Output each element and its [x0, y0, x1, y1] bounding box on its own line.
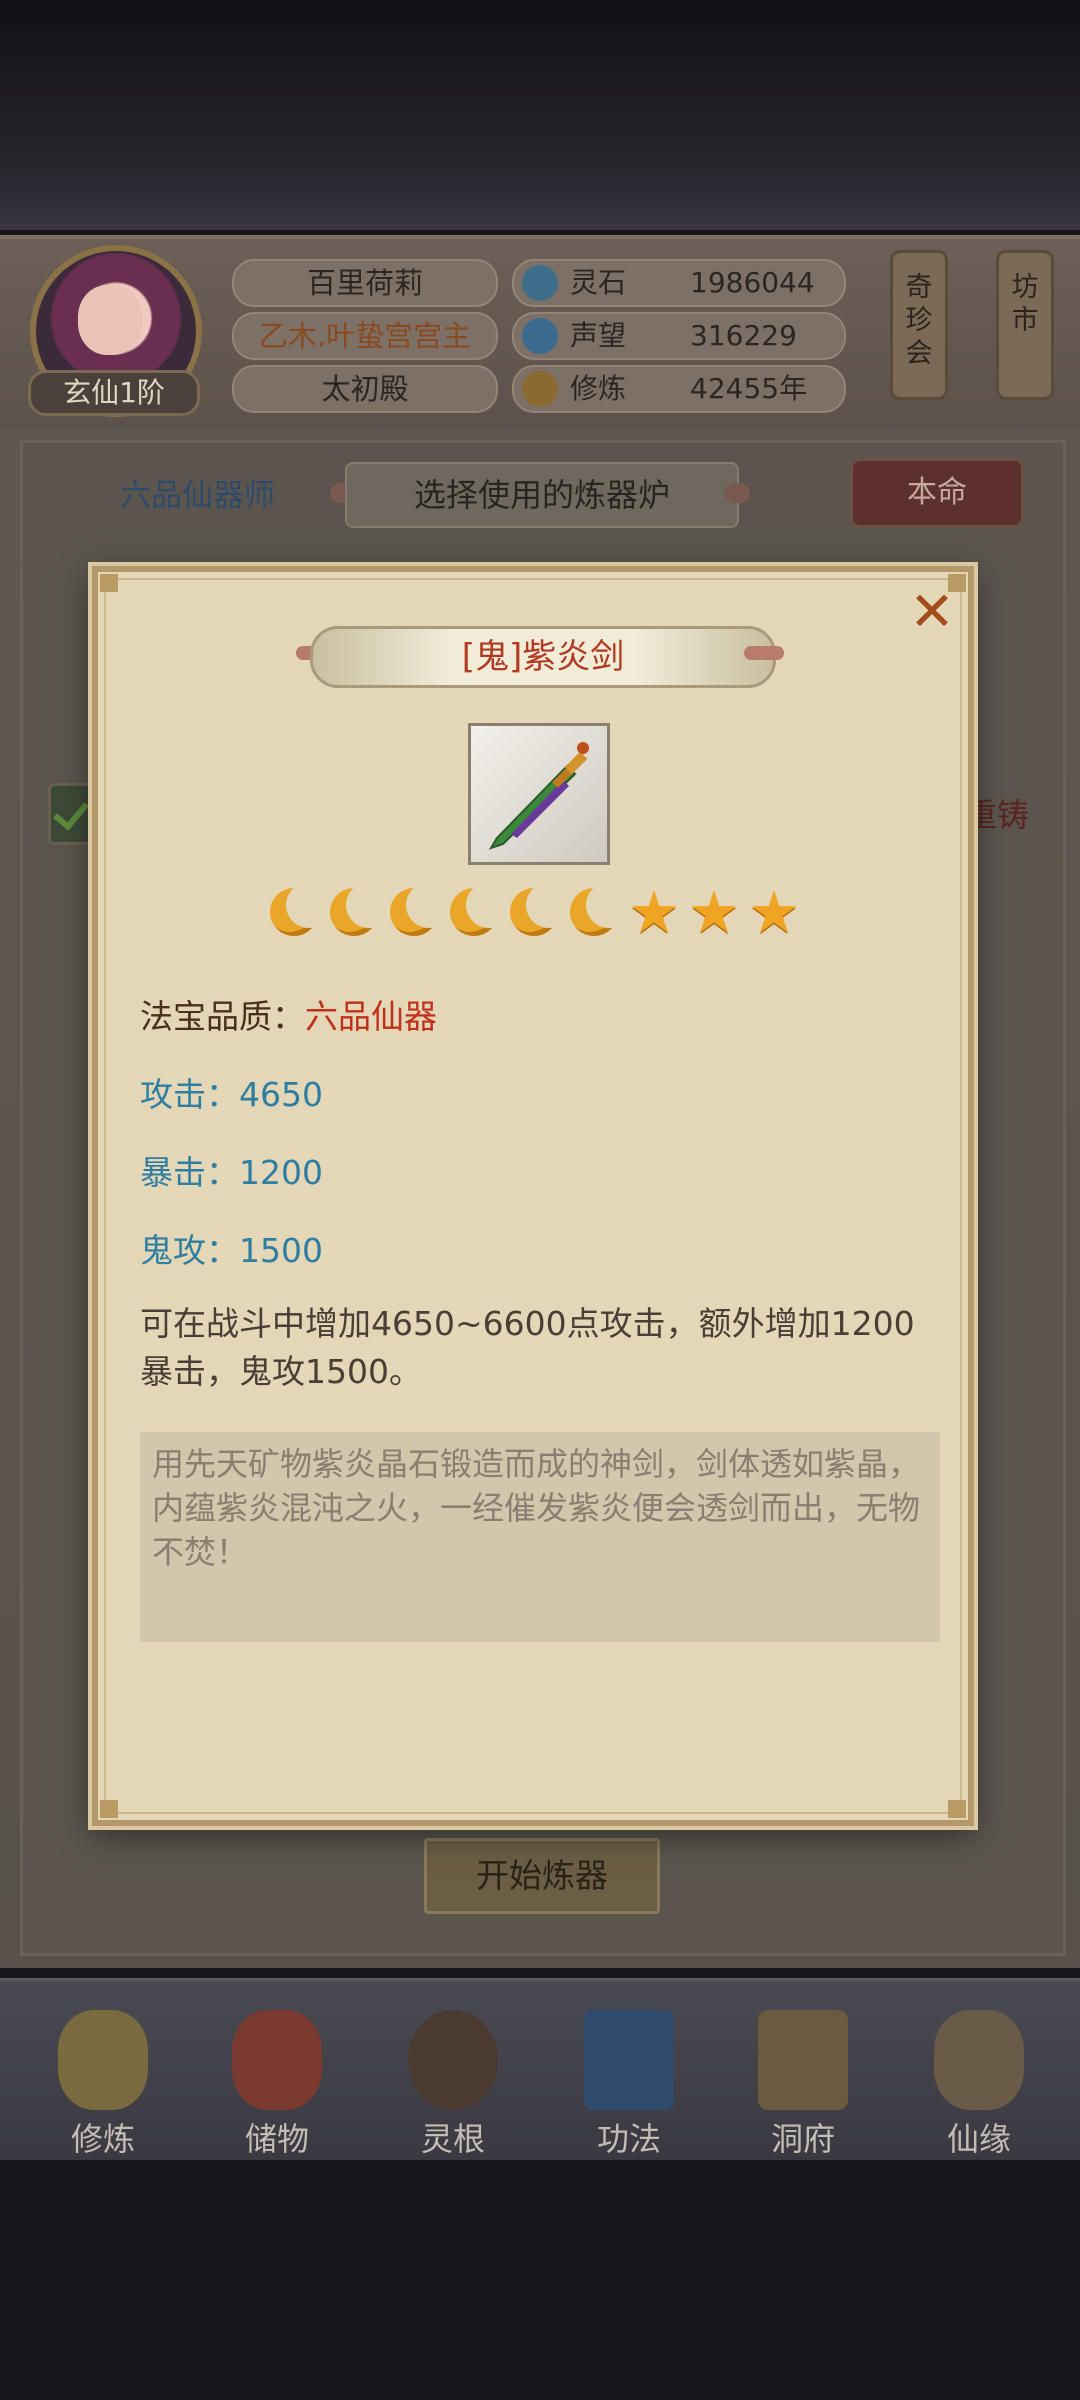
reputation-icon [522, 318, 558, 354]
corner-ornament [948, 1800, 966, 1818]
star-icon: ★ [688, 878, 740, 946]
cultivate-icon [58, 2010, 148, 2110]
item-quality: 法宝品质：六品仙器 [140, 990, 437, 1038]
nav-item-cultivate[interactable]: 修炼 [28, 2010, 178, 2160]
forge-rank-title: 六品仙器师 [120, 478, 275, 514]
treasure-auction-button[interactable]: 奇珍会 [890, 250, 948, 400]
close-icon[interactable]: ✕ [900, 580, 964, 644]
market-button[interactable]: 坊市 [996, 250, 1054, 400]
resource-value: 42455年 [690, 372, 808, 405]
recast-label[interactable]: 重铸 [965, 790, 1029, 836]
player-title: 乙木.叶蛰宫宫主 [232, 312, 498, 360]
player-name: 百里荷莉 [232, 259, 498, 307]
plaque-cap-right [744, 646, 784, 660]
stat-critical: 暴击：1200 [140, 1146, 323, 1194]
nav-item-spirit-root[interactable]: 灵根 [378, 2010, 528, 2160]
top-status-area [0, 0, 1080, 230]
nav-label: 储物 [244, 2120, 309, 2158]
resource-reputation: 声望 316229 [512, 312, 846, 360]
start-forging-button[interactable]: 开始炼器 [424, 1838, 660, 1914]
item-effect-text: 可在战斗中增加4650~6600点攻击，额外增加1200暴击，鬼攻1500。 [140, 1304, 915, 1391]
stat-ghost-attack: 鬼攻：1500 [140, 1224, 323, 1272]
player-location: 太初殿 [232, 365, 498, 413]
item-lore: 用先天矿物紫炎晶石锻造而成的神剑，剑体透如紫晶，内蕴紫炎混沌之火，一经催发紫炎便… [140, 1432, 940, 1642]
moon-icon [326, 882, 392, 940]
avatar-face [78, 285, 142, 355]
bottom-safe-area [0, 2160, 1080, 2400]
item-icon-frame [468, 723, 610, 865]
treasure-auction-label: 奇珍会 [905, 272, 933, 369]
nav-label: 灵根 [420, 2120, 485, 2158]
corner-ornament [100, 574, 118, 592]
moon-icon [386, 882, 452, 940]
stat-label: 攻击： [140, 1075, 239, 1114]
resource-label: 灵石 [570, 266, 627, 299]
storage-bag-icon [232, 2010, 322, 2110]
stat-label: 鬼攻： [140, 1231, 239, 1270]
nav-label: 洞府 [770, 2120, 835, 2158]
item-rating: ★ ★ ★ [266, 878, 802, 946]
stat-label: 暴击： [140, 1153, 239, 1192]
avatar-rank: 玄仙1阶 [28, 370, 200, 416]
nav-item-cave[interactable]: 洞府 [728, 2010, 878, 2160]
moon-icon [446, 882, 512, 940]
bar-knob-right [724, 483, 750, 503]
resource-value: 1986044 [690, 266, 815, 299]
moon-icon [566, 882, 632, 940]
stat-value: 4650 [239, 1075, 323, 1114]
nav-item-fate[interactable]: 仙缘 [904, 2010, 1054, 2160]
cave-mansion-icon [758, 2010, 848, 2110]
nav-label: 仙缘 [946, 2120, 1011, 2158]
stat-value: 1500 [239, 1231, 323, 1270]
item-title: [鬼]紫炎剑 [310, 626, 776, 688]
stat-value: 1200 [239, 1153, 323, 1192]
corner-ornament [100, 1800, 118, 1818]
quality-value: 六品仙器 [305, 997, 437, 1036]
nav-item-technique[interactable]: 功法 [554, 2010, 704, 2160]
stat-attack: 攻击：4650 [140, 1068, 323, 1116]
market-label: 坊市 [1011, 272, 1039, 336]
resource-spirit-stone: 灵石 1986044 [512, 259, 846, 307]
nav-label: 功法 [596, 2120, 661, 2158]
resource-label: 修炼 [570, 372, 627, 405]
sword-icon [488, 742, 589, 850]
resource-label: 声望 [570, 319, 627, 352]
moon-icon [266, 882, 332, 940]
moon-icon [506, 882, 572, 940]
star-icon: ★ [748, 878, 800, 946]
technique-book-icon [584, 2010, 674, 2110]
select-furnace-bar[interactable]: 选择使用的炼器炉 [345, 462, 739, 528]
benming-button[interactable]: 本命 [850, 458, 1024, 528]
star-icon: ★ [628, 878, 680, 946]
spirit-root-icon [408, 2010, 498, 2110]
nav-label: 修炼 [70, 2120, 135, 2158]
spirit-stone-icon [522, 265, 558, 301]
meditation-icon [522, 371, 558, 407]
immortal-fate-icon [934, 2010, 1024, 2110]
quality-label: 法宝品质： [140, 997, 305, 1036]
nav-item-storage[interactable]: 储物 [202, 2010, 352, 2160]
resource-value: 316229 [690, 319, 797, 352]
resource-cultivation: 修炼 42455年 [512, 365, 846, 413]
